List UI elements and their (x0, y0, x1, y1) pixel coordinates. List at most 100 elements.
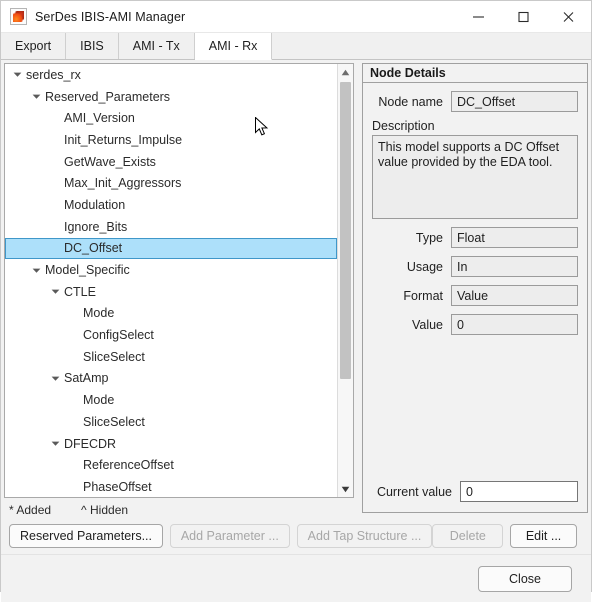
usage-row: Usage In (363, 256, 587, 277)
parameter-tree[interactable]: serdes_rx Reserved_Parameters AMI_Version I… (4, 63, 354, 498)
edit-button[interactable]: Edit ... (510, 524, 578, 548)
chevron-down-icon[interactable] (32, 93, 45, 100)
tree-item-label: Model_Specific (45, 263, 130, 278)
format-field[interactable]: Value (451, 285, 578, 306)
tab-ami-rx[interactable]: AMI - Rx (194, 33, 273, 60)
current-value-input[interactable]: 0 (460, 481, 578, 502)
tree-item-serdes-rx[interactable]: serdes_rx (5, 64, 337, 86)
tree-item-dfecdr[interactable]: DFECDR (5, 433, 337, 455)
tree-item-label: ConfigSelect (83, 328, 154, 343)
details-pane: Node Details Node name DC_Offset Descrip… (357, 60, 591, 518)
tree-item-ctle[interactable]: CTLE (5, 281, 337, 303)
tree-item-label: Mode (83, 393, 115, 408)
tree-pane: serdes_rx Reserved_Parameters AMI_Version I… (1, 60, 357, 518)
main-content: serdes_rx Reserved_Parameters AMI_Version I… (1, 60, 591, 518)
add-parameter-button[interactable]: Add Parameter ... (169, 524, 290, 548)
tree-item-dc-offset[interactable]: DC_Offset (5, 237, 337, 260)
tree-item-ignore-bits[interactable]: Ignore_Bits (5, 216, 337, 238)
tree-item-model-specific[interactable]: Model_Specific (5, 259, 337, 281)
reserved-parameters-button[interactable]: Reserved Parameters... (9, 524, 163, 548)
value-field[interactable]: 0 (451, 314, 578, 335)
tab-ami-tx[interactable]: AMI - Tx (118, 33, 195, 59)
value-row: Value 0 (363, 314, 587, 335)
minimize-icon[interactable] (456, 1, 501, 32)
add-tap-structure-button[interactable]: Add Tap Structure ... (296, 524, 433, 548)
chevron-down-icon[interactable] (51, 440, 64, 447)
chevron-down-icon[interactable] (32, 267, 45, 274)
tree-item-phaseoffset[interactable]: PhaseOffset (5, 476, 337, 497)
tree-item-label: DFECDR (64, 436, 117, 451)
delete-button[interactable]: Delete (432, 524, 504, 548)
tab-export[interactable]: Export (1, 33, 67, 59)
tab-bar: Export IBIS AMI - Tx AMI - Rx (1, 33, 591, 60)
tree-item-getwave-exists[interactable]: GetWave_Exists (5, 151, 337, 173)
tab-ibis[interactable]: IBIS (66, 33, 119, 59)
tree-item-mode[interactable]: Mode (5, 389, 337, 411)
usage-label: Usage (406, 259, 443, 274)
chevron-down-icon[interactable] (13, 71, 26, 78)
window-title: SerDes IBIS-AMI Manager (35, 9, 186, 24)
current-value-label: Current value (376, 484, 452, 499)
legend-added: * Added (9, 503, 52, 517)
node-details-panel: Node Details Node name DC_Offset Descrip… (362, 63, 588, 513)
legend: * Added ^ Hidden (9, 502, 357, 518)
type-field[interactable]: Float (451, 227, 578, 248)
chevron-down-icon[interactable] (51, 375, 64, 382)
footer-bar: Close (1, 554, 591, 602)
legend-hidden: ^ Hidden (81, 503, 129, 517)
tree-item-configselect[interactable]: ConfigSelect (5, 324, 337, 346)
tree-item-sliceselect[interactable]: SliceSelect (5, 346, 337, 368)
format-row: Format Value (363, 285, 587, 306)
window-controls (456, 1, 591, 32)
tree-item-label: serdes_rx (26, 67, 81, 82)
format-label: Format (403, 288, 443, 303)
tree-item-modulation[interactable]: Modulation (5, 194, 337, 216)
description-field[interactable]: This model supports a DC Offset value pr… (372, 135, 578, 219)
scroll-up-arrow-icon[interactable] (338, 64, 353, 80)
tree-item-label: ReferenceOffset (83, 458, 174, 473)
tree-item-label: AMI_Version (64, 111, 135, 126)
tree-item-label: Reserved_Parameters (45, 89, 171, 104)
scroll-down-arrow-icon[interactable] (338, 481, 353, 497)
tree-item-label: Mode (83, 306, 115, 321)
tab-filler (272, 33, 591, 59)
close-button[interactable]: Close (478, 565, 572, 592)
tree-item-satamp[interactable]: SatAmp (5, 368, 337, 390)
usage-field[interactable]: In (451, 256, 578, 277)
tree-item-label: DC_Offset (64, 241, 123, 256)
tree-item-label: Ignore_Bits (64, 219, 128, 234)
tree-item-label: CTLE (64, 284, 96, 299)
tree-item-label: SliceSelect (83, 414, 145, 429)
tree-item-reserved-parameters[interactable]: Reserved_Parameters (5, 86, 337, 108)
tree-item-label: PhaseOffset (83, 479, 152, 494)
matlab-app-icon (10, 8, 27, 25)
current-value-row: Current value 0 (372, 481, 578, 502)
tree-item-init-returns-impulse[interactable]: Init_Returns_Impulse (5, 129, 337, 151)
type-label: Type (415, 230, 443, 245)
maximize-icon[interactable] (501, 1, 546, 32)
tree-item-max-init-aggressors[interactable]: Max_Init_Aggressors (5, 172, 337, 194)
tree-vertical-scrollbar[interactable] (337, 64, 353, 497)
node-name-row: Node name DC_Offset (363, 91, 587, 112)
node-details-header: Node Details (363, 64, 587, 83)
value-label: Value (411, 317, 443, 332)
tree-item-label: Modulation (64, 197, 126, 212)
chevron-down-icon[interactable] (51, 288, 64, 295)
tree-item-sliceselect[interactable]: SliceSelect (5, 411, 337, 433)
tree-item-referenceoffset[interactable]: ReferenceOffset (5, 454, 337, 476)
tree-item-label: GetWave_Exists (64, 154, 156, 169)
tree-item-ami-version[interactable]: AMI_Version (5, 107, 337, 129)
close-icon[interactable] (546, 1, 591, 32)
scrollbar-thumb[interactable] (340, 82, 351, 379)
tree-item-label: Max_Init_Aggressors (64, 176, 182, 191)
tree-item-label: SliceSelect (83, 349, 145, 364)
tree-item-label: Init_Returns_Impulse (64, 132, 183, 147)
node-name-field[interactable]: DC_Offset (451, 91, 578, 112)
description-label: Description (372, 119, 435, 133)
tree-rows: serdes_rx Reserved_Parameters AMI_Version I… (5, 64, 337, 497)
tree-item-mode[interactable]: Mode (5, 303, 337, 325)
type-row: Type Float (363, 227, 587, 248)
action-bar: Reserved Parameters... Add Parameter ...… (1, 518, 591, 554)
tree-item-label: SatAmp (64, 371, 109, 386)
title-bar: SerDes IBIS-AMI Manager (1, 1, 591, 33)
